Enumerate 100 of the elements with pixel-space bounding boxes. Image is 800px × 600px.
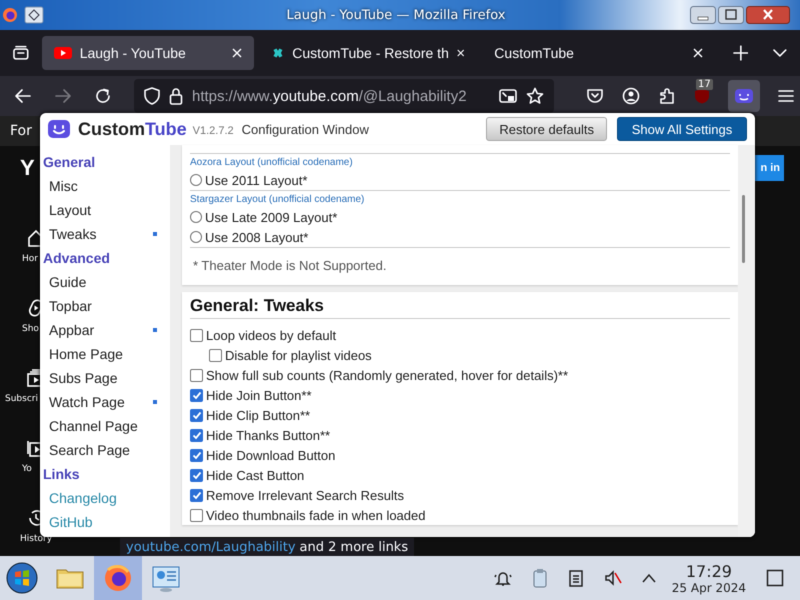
- show-desktop-icon[interactable]: [766, 569, 784, 587]
- option-label: Loop videos by default: [206, 328, 336, 342]
- browser-tab[interactable]: Laugh - YouTube: [42, 36, 254, 70]
- checkbox[interactable]: [190, 388, 203, 402]
- checkmark-icon: [192, 410, 202, 420]
- checkbox[interactable]: [190, 468, 203, 482]
- clock-date: 25 Apr 2024: [672, 580, 746, 594]
- picture-in-picture-icon[interactable]: [499, 88, 517, 104]
- chevron-up-icon[interactable]: [642, 573, 656, 583]
- back-icon[interactable]: [14, 88, 32, 104]
- sidebar-item[interactable]: Watch Page: [43, 394, 153, 410]
- account-icon[interactable]: [622, 87, 640, 105]
- radio-button[interactable]: [190, 231, 202, 243]
- smiley-icon: [735, 89, 753, 103]
- start-orb-icon[interactable]: [6, 562, 38, 594]
- sidebar-item[interactable]: Topbar: [43, 298, 170, 314]
- option-label: Hide Download Button: [206, 448, 336, 462]
- checkbox[interactable]: [190, 328, 203, 342]
- option-label: Use 2011 Layout*: [205, 172, 308, 188]
- sign-in-button[interactable]: n in: [752, 155, 784, 181]
- radio-button[interactable]: [190, 174, 202, 186]
- option-label: Use 2008 Layout*: [205, 230, 308, 244]
- section-heading: Links: [43, 465, 81, 484]
- dialog-title: Configuration Window: [242, 122, 369, 136]
- section-heading: Advanced: [43, 249, 111, 268]
- minimize-icon[interactable]: [690, 6, 716, 24]
- footnote: * Theater Mode is Not Supported.: [190, 247, 730, 273]
- sidebar-item[interactable]: Home Page: [43, 346, 170, 362]
- checkmark-icon: [192, 390, 202, 400]
- checkbox[interactable]: [190, 368, 203, 382]
- group-caption: Stargazer Layout (unofficial codename): [190, 193, 366, 207]
- checkmark-icon: [192, 490, 202, 500]
- version-label: V1.2.7.2: [192, 125, 234, 137]
- video-play-icon: [54, 46, 72, 60]
- star-icon[interactable]: [526, 87, 544, 105]
- count-badge: 17: [696, 79, 713, 90]
- link[interactable]: youtube.com/Laughability: [126, 540, 296, 554]
- sidebar-item[interactable]: Channel Page: [43, 418, 170, 434]
- app-name: CustomTube: [78, 118, 187, 140]
- option-label: Show full sub counts (Randomly generated, hover for details)**: [206, 368, 568, 382]
- tab-list-icon[interactable]: [12, 45, 30, 61]
- nav-label[interactable]: Subscri: [5, 394, 38, 404]
- checkmark-icon: [192, 450, 202, 460]
- nav-label[interactable]: Sho: [8, 324, 39, 334]
- pocket-icon[interactable]: [586, 88, 604, 104]
- group-caption: Aozora Layout (unofficial codename): [190, 156, 354, 170]
- smiley-logo-icon: [48, 120, 70, 138]
- sidebar-item[interactable]: Subs Page: [43, 370, 170, 386]
- puzzle-piece-icon[interactable]: [658, 87, 676, 105]
- sidebar-item[interactable]: Guide: [43, 274, 170, 290]
- shield-icon: [144, 87, 160, 105]
- checkbox[interactable]: [190, 508, 203, 522]
- scrollbar-thumb[interactable]: [742, 195, 745, 263]
- sidebar-item[interactable]: Appbar: [43, 322, 153, 338]
- option-label: Video thumbnails fade in when loaded: [206, 508, 426, 522]
- option-label: Hide Clip Button**: [206, 408, 310, 422]
- section-title: General: Tweaks: [190, 292, 730, 319]
- firefox-icon: [102, 562, 134, 594]
- extension-button[interactable]: [728, 80, 760, 112]
- browser-tab[interactable]: CustomTube - Restore th: [260, 36, 476, 70]
- option-label: Use Late 2009 Layout*: [205, 210, 338, 224]
- sidebar-link[interactable]: Changelog: [43, 490, 170, 506]
- option-label: Disable for playlist videos: [225, 348, 372, 362]
- plus-icon[interactable]: [732, 45, 748, 61]
- banner-text: For: [10, 123, 32, 139]
- checkbox[interactable]: [209, 348, 222, 362]
- sidebar-item[interactable]: Misc: [43, 178, 170, 194]
- sidebar-item[interactable]: Search Page: [43, 442, 170, 458]
- checkbox[interactable]: [190, 488, 203, 502]
- firefox-icon[interactable]: [2, 7, 18, 23]
- sidebar-link[interactable]: GitHub: [43, 514, 170, 530]
- address-field[interactable]: https://www.youtube.com/@Laughability2: [134, 79, 554, 113]
- checkbox[interactable]: [190, 428, 203, 442]
- close-icon[interactable]: [746, 6, 790, 24]
- checkbox[interactable]: [190, 448, 203, 462]
- reload-icon[interactable]: [94, 87, 112, 105]
- show-all-button[interactable]: Show All Settings: [617, 117, 747, 141]
- logo-text: Y: [20, 155, 35, 181]
- speaker-muted-icon[interactable]: [604, 569, 622, 587]
- nav-label[interactable]: Hor: [8, 254, 38, 264]
- checkmark-icon: [192, 470, 202, 480]
- sidebar-item[interactable]: Layout: [43, 202, 170, 218]
- restore-button[interactable]: Restore defaults: [486, 117, 607, 141]
- clipboard-icon[interactable]: [532, 568, 548, 588]
- browser-tab[interactable]: CustomTube: [482, 36, 715, 70]
- menu-icon[interactable]: [778, 89, 794, 103]
- checkmark-icon: [192, 430, 202, 440]
- option-label: Remove Irrelevant Search Results: [206, 488, 404, 502]
- document-icon[interactable]: [568, 569, 584, 587]
- clock-time: 17:29: [686, 562, 732, 580]
- checkbox[interactable]: [190, 408, 203, 422]
- taskbar-button[interactable]: [94, 556, 142, 600]
- radio-button[interactable]: [190, 211, 202, 223]
- section-heading: General: [43, 153, 96, 172]
- option-label: Hide Cast Button: [206, 468, 304, 482]
- option-label: Hide Thanks Button**: [206, 428, 330, 442]
- nav-label[interactable]: Yo: [8, 464, 32, 474]
- forward-icon: [54, 88, 72, 104]
- sidebar-item[interactable]: Tweaks: [43, 226, 153, 242]
- maximize-icon[interactable]: [718, 6, 744, 24]
